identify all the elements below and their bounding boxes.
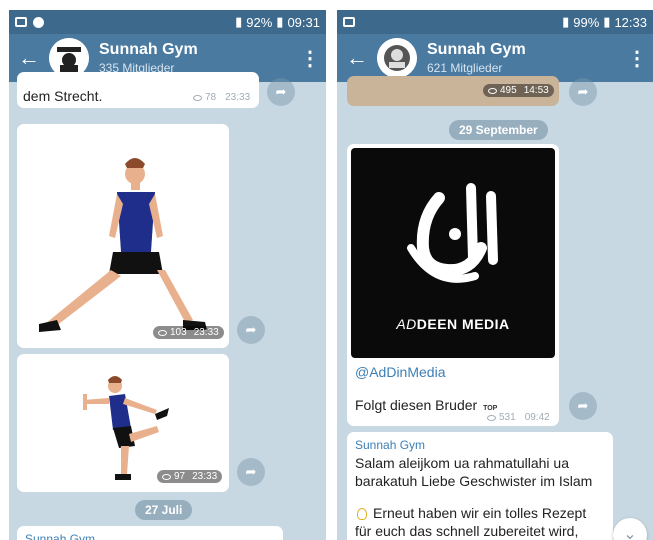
right-phone-screen: ▮ 99% ▮ 12:33 ← Sunnah Gym 621 Mitgliede…	[337, 10, 653, 540]
left-phone-screen: ▮ 92% ▮ 09:31 ← Sunnah Gym 335 Mitgliede…	[9, 10, 326, 540]
gallery-icon	[15, 17, 27, 27]
signal-icon: ▮	[562, 14, 570, 29]
more-vertical-icon: ⋮	[627, 47, 647, 70]
stretch-illustration	[39, 158, 207, 332]
view-count: 103	[170, 327, 187, 338]
more-menu-button[interactable]: ⋮	[621, 46, 653, 71]
chat-title-block[interactable]: Sunnah Gym 335 Mitglieder	[99, 41, 198, 75]
eye-icon	[193, 94, 202, 101]
addeen-media-logo[interactable]: ADDEEN MEDIA	[351, 148, 555, 358]
message-bubble: dem Strecht. 78 23:33	[17, 72, 259, 108]
share-icon: ➦	[577, 84, 589, 99]
share-icon: ➦	[245, 322, 257, 337]
view-count: 97	[174, 471, 186, 482]
chat-title: Sunnah Gym	[427, 41, 526, 58]
top-badge-icon: TOP	[483, 405, 498, 412]
arrow-left-icon: ←	[346, 45, 368, 70]
share-button[interactable]: ➦	[237, 316, 265, 344]
message-meta: 78 23:33	[193, 92, 250, 103]
battery-icon: ▮	[603, 14, 611, 29]
message-meta: 531 09:42	[487, 412, 550, 423]
message-text-line: für euch das schnell zubereitet wird,	[355, 523, 579, 539]
message-time: 23:33	[193, 327, 219, 338]
eye-icon	[487, 414, 496, 421]
logo-wordmark: ADDEEN MEDIA	[396, 316, 510, 332]
channel-avatar[interactable]	[377, 38, 417, 78]
message-bubble: Sunnah Gym	[17, 526, 283, 540]
share-icon: ➦	[275, 84, 287, 99]
share-icon: ➦	[577, 398, 589, 413]
lightbulb-icon	[357, 508, 367, 520]
channel-link[interactable]: @AdDinMedia	[355, 364, 445, 380]
share-icon: ➦	[245, 464, 257, 479]
chat-header: ← Sunnah Gym 621 Mitglieder ⋮	[337, 34, 653, 82]
sender-name[interactable]: Sunnah Gym	[355, 438, 425, 452]
back-button[interactable]: ←	[337, 45, 377, 71]
chat-title-block[interactable]: Sunnah Gym 621 Mitglieder	[427, 41, 526, 75]
view-count: 78	[205, 92, 217, 103]
image-message[interactable]: 495 14:53	[347, 76, 559, 106]
message-meta: 97 23:33	[157, 470, 223, 483]
battery-level: 99%	[573, 14, 600, 30]
message-time: 23:33	[225, 92, 251, 103]
message-meta: 103 23:33	[153, 326, 224, 339]
view-count: 531	[499, 412, 516, 423]
message-text: dem Strecht.	[23, 88, 103, 104]
scroll-down-button[interactable]: ⌄	[613, 518, 647, 540]
status-bar: ▮ 92% ▮ 09:31	[9, 10, 326, 34]
status-bar: ▮ 99% ▮ 12:33	[337, 10, 653, 34]
clock: 09:31	[287, 14, 320, 30]
eye-icon	[158, 329, 167, 336]
image-message[interactable]: 103 23:33	[17, 124, 229, 348]
message-list[interactable]: 495 14:53 ➦ 29 September ADDEEN MEDIA @A…	[337, 76, 653, 540]
battery-level: 92%	[246, 14, 273, 30]
message-list[interactable]: dem Strecht. 78 23:33 ➦ 103 23:33 ➦ 97 2…	[9, 72, 326, 540]
message-text-line: barakatuh Liebe Geschwister im Islam	[355, 473, 593, 489]
member-count: 621 Mitglieder	[427, 61, 503, 75]
message-bubble: Sunnah Gym Salam aleijkom ua rahmatullah…	[347, 432, 613, 540]
message-meta: 495 14:53	[483, 84, 554, 97]
eye-icon	[488, 87, 497, 94]
message-text-line: Salam aleijkom ua rahmatullahi ua	[355, 455, 569, 471]
message-text: Folgt diesen Bruder TOP	[355, 397, 498, 413]
image-message[interactable]: 97 23:33	[17, 354, 229, 492]
gallery-icon	[343, 17, 355, 27]
message-time: 14:53	[523, 85, 549, 96]
eye-icon	[162, 473, 171, 480]
avatar-image	[377, 38, 417, 78]
more-menu-button[interactable]: ⋮	[294, 46, 326, 71]
sender-name[interactable]: Sunnah Gym	[25, 532, 95, 540]
date-separator: 29 September	[449, 120, 548, 140]
share-button[interactable]: ➦	[569, 392, 597, 420]
more-vertical-icon: ⋮	[300, 47, 320, 70]
message-text-line: Erneut haben wir ein tolles Rezept	[373, 505, 587, 521]
message-time: 09:42	[524, 412, 550, 423]
date-separator: 27 Juli	[135, 500, 193, 520]
view-count: 495	[500, 85, 517, 96]
message-bubble: ADDEEN MEDIA @AdDinMedia Folgt diesen Br…	[347, 144, 559, 426]
battery-icon: ▮	[276, 14, 284, 29]
arrow-left-icon: ←	[18, 45, 40, 70]
notification-icon	[33, 16, 44, 28]
chevron-down-icon: ⌄	[623, 526, 637, 540]
share-button[interactable]: ➦	[237, 458, 265, 486]
share-button[interactable]: ➦	[569, 78, 597, 106]
chat-title: Sunnah Gym	[99, 41, 198, 58]
share-button[interactable]: ➦	[267, 78, 295, 106]
signal-icon: ▮	[235, 14, 243, 29]
message-time: 23:33	[192, 471, 218, 482]
back-button[interactable]: ←	[9, 45, 49, 71]
clock: 12:33	[614, 14, 647, 30]
